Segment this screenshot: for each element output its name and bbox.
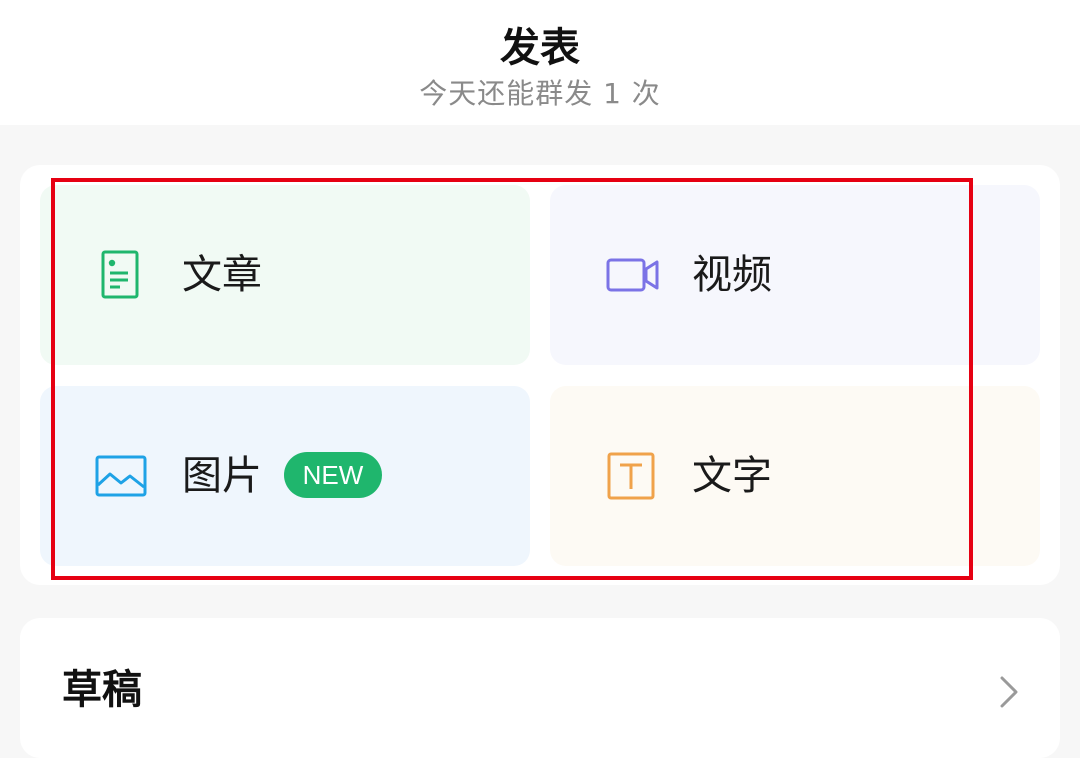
drafts-label: 草稿 — [62, 667, 142, 713]
publish-article-label: 文章 — [182, 252, 262, 298]
chevron-right-icon — [1000, 676, 1018, 708]
text-t-icon — [607, 452, 655, 500]
publish-image-tile[interactable]: 图片 NEW — [40, 386, 530, 566]
mass-send-quota: 今天还能群发 1 次 — [419, 77, 661, 110]
publish-video-label: 视频 — [692, 252, 772, 298]
article-icon — [101, 250, 139, 299]
new-badge: NEW — [284, 452, 382, 498]
publish-video-tile[interactable]: 视频 — [550, 185, 1040, 365]
header: 发表 今天还能群发 1 次 — [0, 0, 1080, 125]
video-camera-icon — [606, 258, 659, 292]
publish-text-label: 文字 — [692, 453, 772, 499]
image-icon — [95, 455, 147, 497]
drafts-row[interactable]: 草稿 — [20, 618, 1060, 758]
publish-article-tile[interactable]: 文章 — [40, 185, 530, 365]
publish-image-label: 图片 — [182, 453, 262, 499]
publish-text-tile[interactable]: 文字 — [550, 386, 1040, 566]
page-title: 发表 — [500, 25, 580, 71]
